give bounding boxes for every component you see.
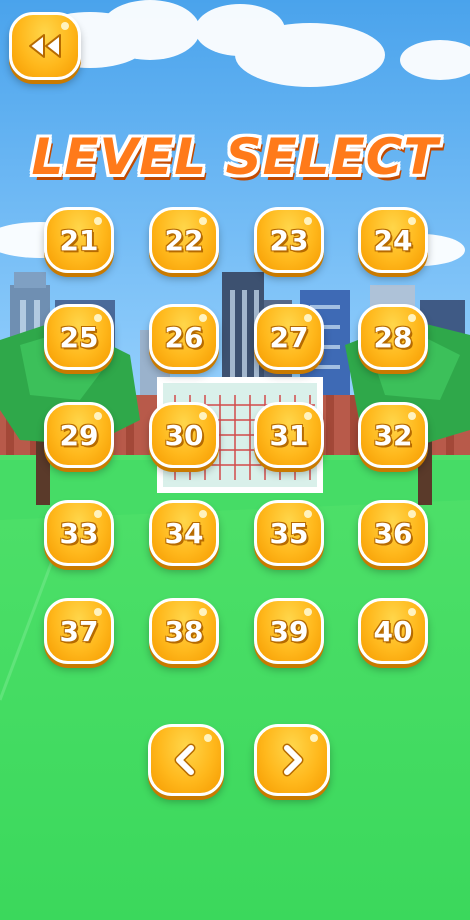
level-number: 38 — [164, 614, 204, 648]
level-button-40[interactable]: 40 — [358, 598, 428, 664]
button-shine — [408, 314, 416, 322]
button-shine — [94, 608, 102, 616]
button-shine — [199, 510, 207, 518]
button-shine — [304, 314, 312, 322]
level-button-21[interactable]: 21 — [44, 207, 114, 273]
level-button-39[interactable]: 39 — [254, 598, 324, 664]
level-button-25[interactable]: 25 — [44, 304, 114, 370]
level-number: 24 — [373, 223, 413, 257]
page-title: LEVEL SELECT — [31, 128, 439, 186]
level-number: 21 — [59, 223, 99, 257]
button-shine — [94, 510, 102, 518]
level-number: 33 — [59, 516, 99, 550]
level-button-30[interactable]: 30 — [149, 402, 219, 468]
level-number: 25 — [59, 320, 99, 354]
next-page-button[interactable] — [254, 724, 330, 796]
button-shine — [408, 412, 416, 420]
button-shine — [94, 412, 102, 420]
level-number: 39 — [269, 614, 309, 648]
level-button-36[interactable]: 36 — [358, 500, 428, 566]
button-shine — [199, 608, 207, 616]
button-shine — [94, 314, 102, 322]
level-button-28[interactable]: 28 — [358, 304, 428, 370]
level-button-26[interactable]: 26 — [149, 304, 219, 370]
level-button-31[interactable]: 31 — [254, 402, 324, 468]
level-number: 36 — [373, 516, 413, 550]
button-shine — [199, 412, 207, 420]
button-shine — [199, 217, 207, 225]
back-button[interactable] — [9, 12, 81, 80]
level-button-24[interactable]: 24 — [358, 207, 428, 273]
button-shine — [408, 510, 416, 518]
level-button-33[interactable]: 33 — [44, 500, 114, 566]
level-number: 27 — [269, 320, 309, 354]
button-shine — [304, 217, 312, 225]
button-shine — [408, 608, 416, 616]
level-number: 40 — [373, 614, 413, 648]
button-shine — [304, 412, 312, 420]
level-button-22[interactable]: 22 — [149, 207, 219, 273]
level-button-27[interactable]: 27 — [254, 304, 324, 370]
button-shine — [304, 608, 312, 616]
button-shine — [408, 217, 416, 225]
level-number: 35 — [269, 516, 309, 550]
level-button-29[interactable]: 29 — [44, 402, 114, 468]
button-shine — [204, 734, 212, 742]
previous-page-button[interactable] — [148, 724, 224, 796]
button-shine — [94, 217, 102, 225]
button-shine — [61, 22, 69, 30]
level-button-34[interactable]: 34 — [149, 500, 219, 566]
level-number: 31 — [269, 418, 309, 452]
level-button-23[interactable]: 23 — [254, 207, 324, 273]
level-button-37[interactable]: 37 — [44, 598, 114, 664]
level-number: 37 — [59, 614, 99, 648]
rewind-icon — [27, 31, 63, 61]
chevron-left-icon — [171, 743, 201, 777]
level-number: 23 — [269, 223, 309, 257]
button-shine — [199, 314, 207, 322]
level-number: 32 — [373, 418, 413, 452]
chevron-right-icon — [277, 743, 307, 777]
button-shine — [304, 510, 312, 518]
level-number: 26 — [164, 320, 204, 354]
level-button-35[interactable]: 35 — [254, 500, 324, 566]
level-number: 30 — [164, 418, 204, 452]
level-button-38[interactable]: 38 — [149, 598, 219, 664]
level-number: 34 — [164, 516, 204, 550]
level-button-32[interactable]: 32 — [358, 402, 428, 468]
level-number: 22 — [164, 223, 204, 257]
level-number: 29 — [59, 418, 99, 452]
button-shine — [310, 734, 318, 742]
level-number: 28 — [373, 320, 413, 354]
